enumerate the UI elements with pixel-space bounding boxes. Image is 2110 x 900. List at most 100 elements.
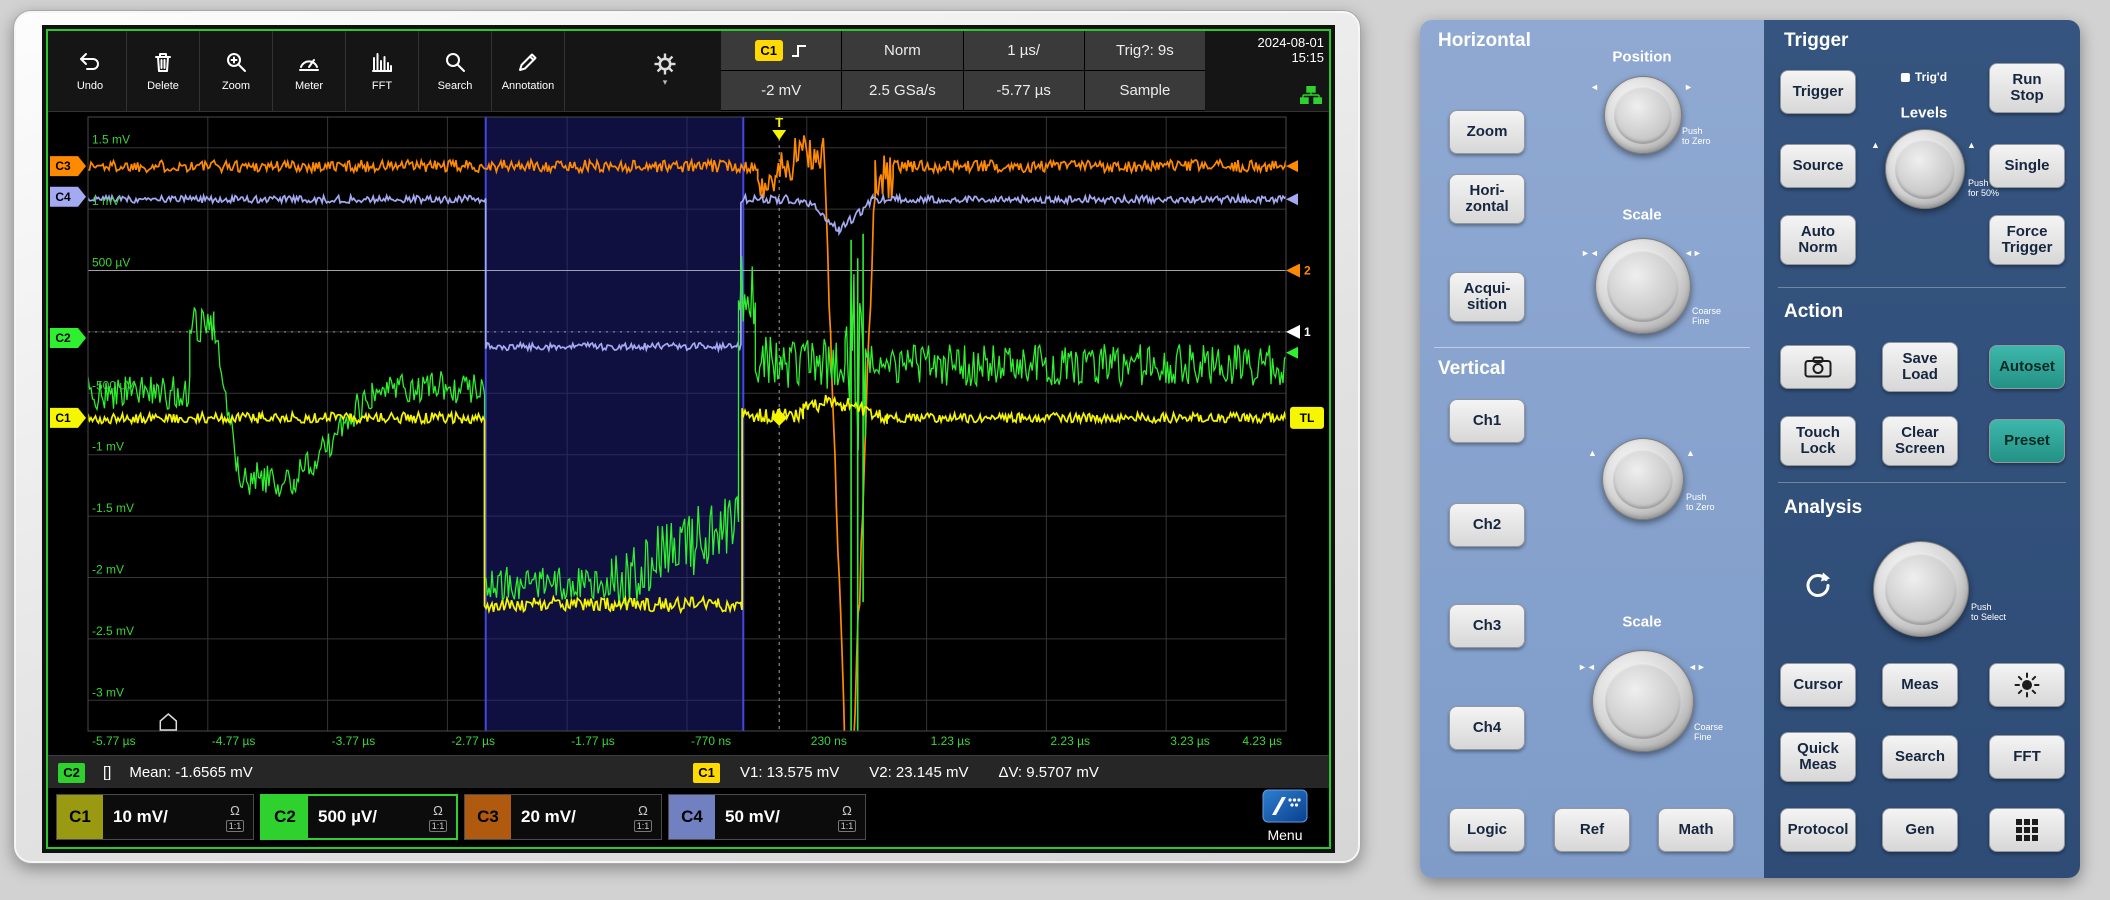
cursor-button[interactable]: Cursor	[1780, 663, 1856, 707]
search-label: Search	[438, 80, 473, 92]
trigger-info-cell[interactable]: Trig?: 9s	[1085, 31, 1205, 70]
search-panel-button[interactable]: Search	[1882, 735, 1958, 779]
fft-button[interactable]: FFT	[346, 31, 419, 111]
settings-button[interactable]: ▾	[648, 53, 682, 93]
apps-button[interactable]	[1989, 808, 2065, 852]
zoom-button[interactable]: Zoom	[200, 31, 273, 111]
horizontal-position-cell[interactable]: -5.77 µs	[964, 71, 1084, 110]
trigger-level-cell[interactable]: -2 mV	[721, 71, 841, 110]
delete-button[interactable]: Delete	[127, 31, 200, 111]
sample-rate-cell[interactable]: 2.5 GSa/s	[842, 71, 962, 110]
c1-name: C1	[57, 795, 103, 839]
trigger-level-knob[interactable]	[1885, 129, 1965, 209]
gear-icon	[654, 53, 676, 75]
save-load-button[interactable]: Save Load	[1882, 342, 1958, 392]
vertical-position-knob[interactable]	[1602, 438, 1684, 520]
touch-lock-button[interactable]: Touch Lock	[1780, 416, 1856, 466]
svg-text:-1.77 µs: -1.77 µs	[571, 734, 615, 748]
gen-button[interactable]: Gen	[1882, 808, 1958, 852]
annotation-label: Annotation	[502, 80, 555, 92]
svg-text:1.23 µs: 1.23 µs	[931, 734, 971, 748]
acquisition-mode-cell[interactable]: Sample	[1085, 71, 1205, 110]
c1-probe-ratio: 1:1	[226, 820, 245, 832]
channel-c3-control[interactable]: C3 20 mV/ Ω 1:1	[464, 794, 662, 840]
svg-text:1: 1	[1304, 325, 1311, 339]
svg-text:-4.77 µs: -4.77 µs	[212, 734, 256, 748]
channel-c4-control[interactable]: C4 50 mV/ Ω 1:1	[668, 794, 866, 840]
trigger-button[interactable]: Trigger	[1780, 70, 1856, 114]
force-trigger-button[interactable]: Force Trigger	[1989, 215, 2065, 265]
quick-meas-button[interactable]: Quick Meas	[1780, 732, 1856, 782]
horizontal-position-knob[interactable]	[1604, 76, 1682, 154]
trigger-source-button[interactable]: Source	[1780, 144, 1856, 188]
cursor-v1-value: V1: 13.575 mV	[740, 764, 839, 781]
search-icon	[443, 50, 467, 74]
vertical-scale-note: Coarse Fine	[1694, 722, 1723, 743]
ch3-button[interactable]: Ch3	[1449, 604, 1525, 648]
ch4-button[interactable]: Ch4	[1449, 706, 1525, 750]
svg-text:1.5 mV: 1.5 mV	[92, 133, 130, 147]
autoset-button[interactable]: Autoset	[1989, 345, 2065, 389]
trigger-source-cell[interactable]: C1	[721, 31, 841, 70]
ch2-button[interactable]: Ch2	[1449, 503, 1525, 547]
zoom-icon	[224, 50, 248, 74]
trigger-mode-cell[interactable]: Norm	[842, 31, 962, 70]
svg-text:-500 µV: -500 µV	[92, 378, 134, 392]
c3-impedance: Ω	[638, 803, 648, 818]
front-panel: Horizontal Zoom Hori- zontal Acqui- siti…	[1420, 20, 2080, 878]
c1-impedance: Ω	[230, 803, 240, 818]
timebase-cell[interactable]: 1 µs/	[964, 31, 1084, 70]
logic-button[interactable]: Logic	[1449, 808, 1525, 852]
horizontal-scale-knob[interactable]	[1595, 238, 1691, 334]
acquisition-panel-button[interactable]: Acqui- sition	[1449, 272, 1525, 322]
knob-marker-icon: ▲	[1871, 140, 1880, 150]
c4-impedance: Ω	[842, 803, 852, 818]
svg-text:230 ns: 230 ns	[811, 734, 847, 748]
math-button[interactable]: Math	[1658, 808, 1734, 852]
channel-c1-control[interactable]: C1 10 mV/ Ω 1:1	[56, 794, 254, 840]
scope-screen: Undo Delete Zoom	[46, 29, 1331, 849]
measurement-gate-glyph: []	[103, 764, 111, 781]
fft-panel-button[interactable]: FFT	[1989, 735, 2065, 779]
ch1-button[interactable]: Ch1	[1449, 399, 1525, 443]
screenshot-button[interactable]	[1780, 345, 1856, 389]
datetime-display: 2024-08-01 15:15	[1208, 35, 1324, 109]
apps-grid-icon	[2015, 818, 2039, 842]
waveform-display[interactable]: TC3C4C2C112TL1.5 mV1 mV500 µV-500 µV-1 m…	[48, 111, 1329, 755]
trigger-source-badge: C1	[755, 40, 783, 61]
navigation-knob-note: Push to Select	[1971, 602, 2006, 623]
undo-button[interactable]: Undo	[54, 31, 127, 111]
meter-label: Meter	[295, 80, 323, 92]
c3-probe-ratio: 1:1	[634, 820, 653, 832]
vertical-scale-knob[interactable]	[1592, 650, 1694, 752]
preset-button[interactable]: Preset	[1989, 419, 2065, 463]
undo-label: Undo	[77, 80, 103, 92]
zoom-label: Zoom	[222, 80, 250, 92]
auto-norm-button[interactable]: Auto Norm	[1780, 215, 1856, 265]
section-divider	[1778, 482, 2066, 483]
horizontal-panel-button[interactable]: Hori- zontal	[1449, 174, 1525, 224]
c4-probe-ratio: 1:1	[838, 820, 857, 832]
trigger-slope-icon	[790, 42, 808, 60]
single-button[interactable]: Single	[1989, 144, 2065, 188]
channel-c2-control[interactable]: C2 500 µV/ Ω 1:1	[260, 794, 458, 840]
menu-button[interactable]: Menu	[1249, 789, 1321, 845]
zoom-panel-button[interactable]: Zoom	[1449, 110, 1525, 154]
clear-screen-button[interactable]: Clear Screen	[1882, 416, 1958, 466]
protocol-button[interactable]: Protocol	[1780, 808, 1856, 852]
knob-marker-icon: ▲	[1588, 448, 1597, 458]
navigation-knob[interactable]	[1873, 541, 1969, 637]
horizontal-position-label: Position	[1612, 49, 1671, 66]
svg-text:-3 mV: -3 mV	[92, 685, 124, 699]
intensity-button[interactable]	[1989, 663, 2065, 707]
ref-button[interactable]: Ref	[1554, 808, 1630, 852]
search-button[interactable]: Search	[419, 31, 492, 111]
knob-marker-icon: ►◄	[1581, 248, 1599, 258]
knob-marker-icon: ◄►	[1688, 662, 1706, 672]
meter-button[interactable]: Meter	[273, 31, 346, 111]
meas-button[interactable]: Meas	[1882, 663, 1958, 707]
horizontal-section-title: Horizontal	[1438, 30, 1531, 52]
svg-text:4.23 µs: 4.23 µs	[1242, 734, 1282, 748]
annotation-button[interactable]: Annotation	[492, 31, 565, 111]
run-stop-button[interactable]: Run Stop	[1989, 63, 2065, 113]
